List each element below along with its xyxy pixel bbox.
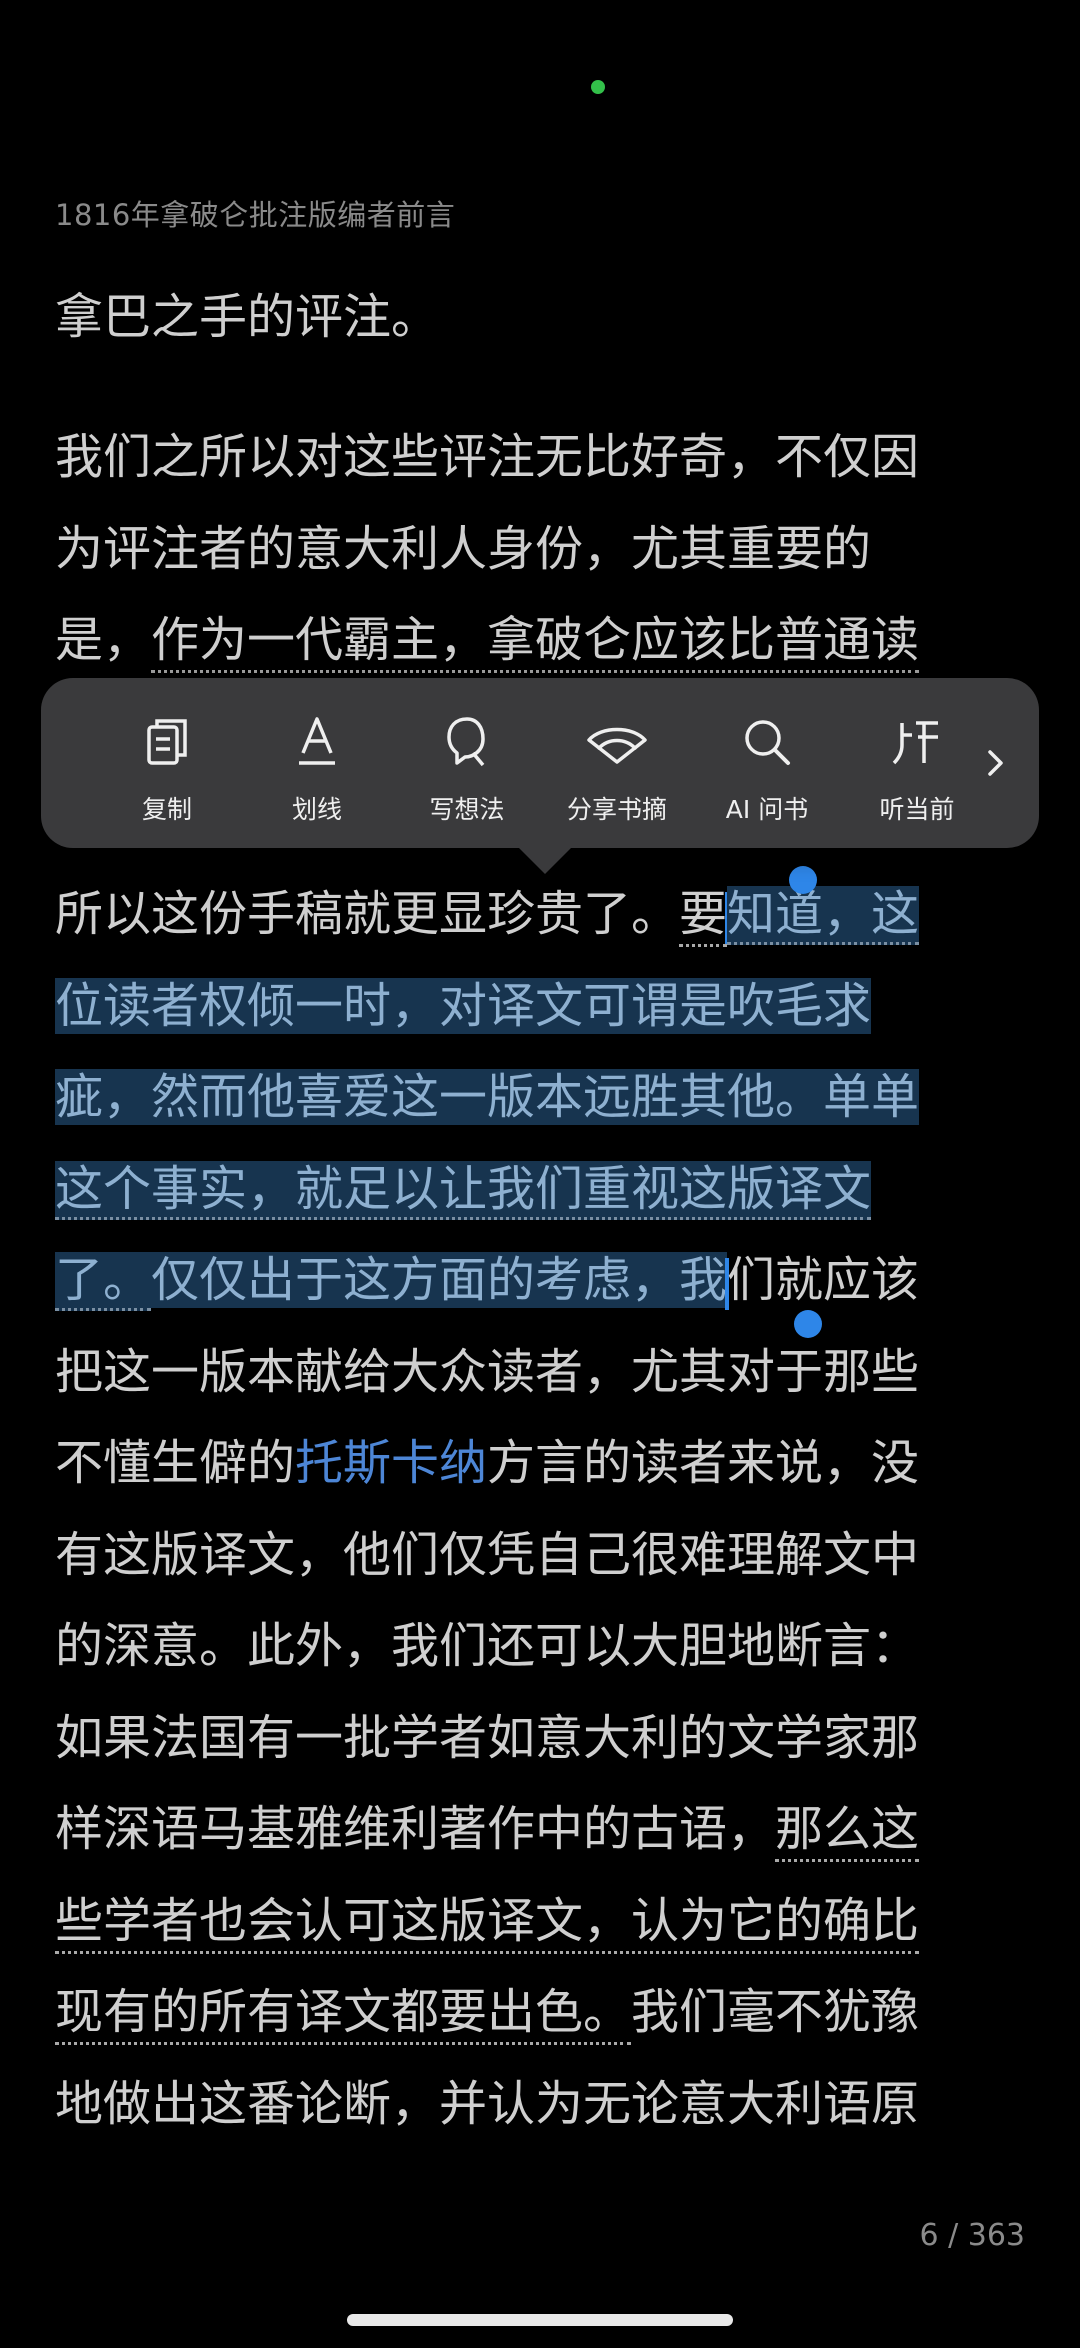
text-line[interactable]: 些学者也会认可这版译文，认为它的确比 — [55, 1889, 920, 1954]
underlined-text[interactable]: 些学者也会认可这版译文，认为它的确比 — [55, 1893, 920, 1954]
share-excerpt-button[interactable]: 分享书摘 — [552, 710, 682, 826]
text-line[interactable]: 为评注者的意大利人身份，尤其重要的 — [55, 517, 871, 581]
text-line[interactable]: 现有的所有译文都要出色。我们毫不犹豫 — [55, 1980, 920, 2045]
text-line[interactable]: 有这版译文，他们仅凭自己很难理解文中 — [55, 1523, 919, 1587]
text-segment: 我们毫不犹豫 — [631, 1984, 920, 2040]
text-line[interactable]: 不懂生僻的托斯卡纳方言的读者来说，没 — [55, 1431, 919, 1495]
text-segment: 不懂生僻的 — [55, 1435, 296, 1491]
underlined-text[interactable]: 那么这 — [775, 1801, 920, 1862]
text-segment: 是， — [55, 612, 152, 668]
text-line[interactable]: 所以这份手稿就更显珍贵了。要知道，这 — [55, 882, 920, 947]
more-arrow-button[interactable] — [981, 738, 1011, 788]
home-indicator[interactable] — [347, 2314, 733, 2326]
copy-button[interactable]: 复制 — [102, 710, 232, 826]
paragraph-line[interactable]: 拿巴之手的评注。 — [55, 285, 439, 349]
ai-ask-label: AI 问书 — [725, 795, 809, 824]
copy-label: 复制 — [141, 795, 192, 824]
text-line[interactable]: 地做出这番论断，并认为无论意大利语原 — [55, 2072, 919, 2136]
ai-ask-button[interactable]: AI 问书 — [702, 710, 832, 826]
selected-underlined-text[interactable]: 了。 — [55, 1252, 152, 1311]
selection-handle-start[interactable] — [789, 866, 817, 894]
text-segment: 所以这份手稿就更显珍贵了。 — [55, 886, 680, 942]
term-link[interactable]: 托斯卡纳 — [295, 1435, 487, 1491]
text-line[interactable]: 位读者权倾一时，对译文可谓是吹毛求 — [55, 974, 872, 1038]
chevron-right-icon — [988, 750, 1003, 776]
listen-icon — [852, 710, 982, 774]
thought-bubble-icon — [402, 710, 532, 774]
text-line[interactable]: 把这一版本献给大众读者，尤其对于那些 — [55, 1340, 919, 1404]
text-line[interactable]: 疵，然而他喜爱这一版本远胜其他。单单 — [55, 1065, 920, 1129]
selected-text[interactable]: 这个事实，就足以让我们重视这版译文 — [55, 1161, 872, 1220]
text-line[interactable]: 了。仅仅出于这方面的考虑，我们就应该 — [55, 1248, 919, 1312]
chapter-title: 1816年拿破仑批注版编者前言 — [55, 198, 456, 232]
write-thought-label: 写想法 — [429, 795, 505, 824]
text-line[interactable]: 是，作为一代霸主，拿破仑应该比普通读 — [55, 608, 920, 673]
text-line[interactable]: 的深意。此外，我们还可以大胆地断言： — [55, 1614, 919, 1678]
text-segment: 方言的读者来说，没 — [487, 1435, 920, 1491]
listen-current-label: 听当前 — [879, 795, 955, 824]
underlined-text[interactable]: 作为一代霸主，拿破仑应该比普通读 — [151, 612, 920, 673]
text-line[interactable]: 样深语马基雅维利著作中的古语，那么这 — [55, 1797, 920, 1862]
share-excerpt-label: 分享书摘 — [566, 795, 667, 824]
selected-text[interactable]: 疵，然而他喜爱这一版本远胜其他。单单 — [55, 1069, 920, 1125]
listen-current-button[interactable]: 听当前 — [852, 710, 982, 826]
text-line[interactable]: 这个事实，就足以让我们重视这版译文 — [55, 1157, 872, 1221]
toolbar-pointer — [517, 846, 573, 874]
underline-label: 划线 — [291, 795, 342, 824]
text-line[interactable]: 我们之所以对这些评注无比好奇，不仅因 — [55, 425, 919, 489]
selection-handle-end[interactable] — [794, 1310, 822, 1338]
search-icon — [702, 710, 832, 774]
text-line[interactable]: 如果法国有一批学者如意大利的文学家那 — [55, 1706, 919, 1770]
selected-text[interactable]: 知道，这 — [727, 886, 920, 945]
write-thought-button[interactable]: 写想法 — [402, 710, 532, 826]
underlined-text[interactable]: 现有的所有译文都要出色。 — [55, 1984, 632, 2045]
text-segment: 样深语马基雅维利著作中的古语， — [55, 1801, 776, 1857]
page-number: 6 / 363 — [919, 2218, 1025, 2253]
copy-icon — [102, 710, 232, 774]
underline-icon — [252, 710, 382, 774]
selected-text[interactable]: 位读者权倾一时，对译文可谓是吹毛求 — [55, 978, 872, 1034]
underline-button[interactable]: 划线 — [252, 710, 382, 826]
selection-toolbar: 复制 划线 写想法 分享书摘 AI 问书 听当前 — [41, 678, 1039, 848]
share-icon — [552, 710, 682, 774]
camera-indicator-dot — [591, 80, 605, 94]
text-segment: 们就应该 — [727, 1252, 920, 1308]
selected-text[interactable]: 仅仅出于这方面的考虑，我 — [151, 1252, 728, 1308]
underlined-text[interactable]: 要 — [679, 886, 728, 947]
